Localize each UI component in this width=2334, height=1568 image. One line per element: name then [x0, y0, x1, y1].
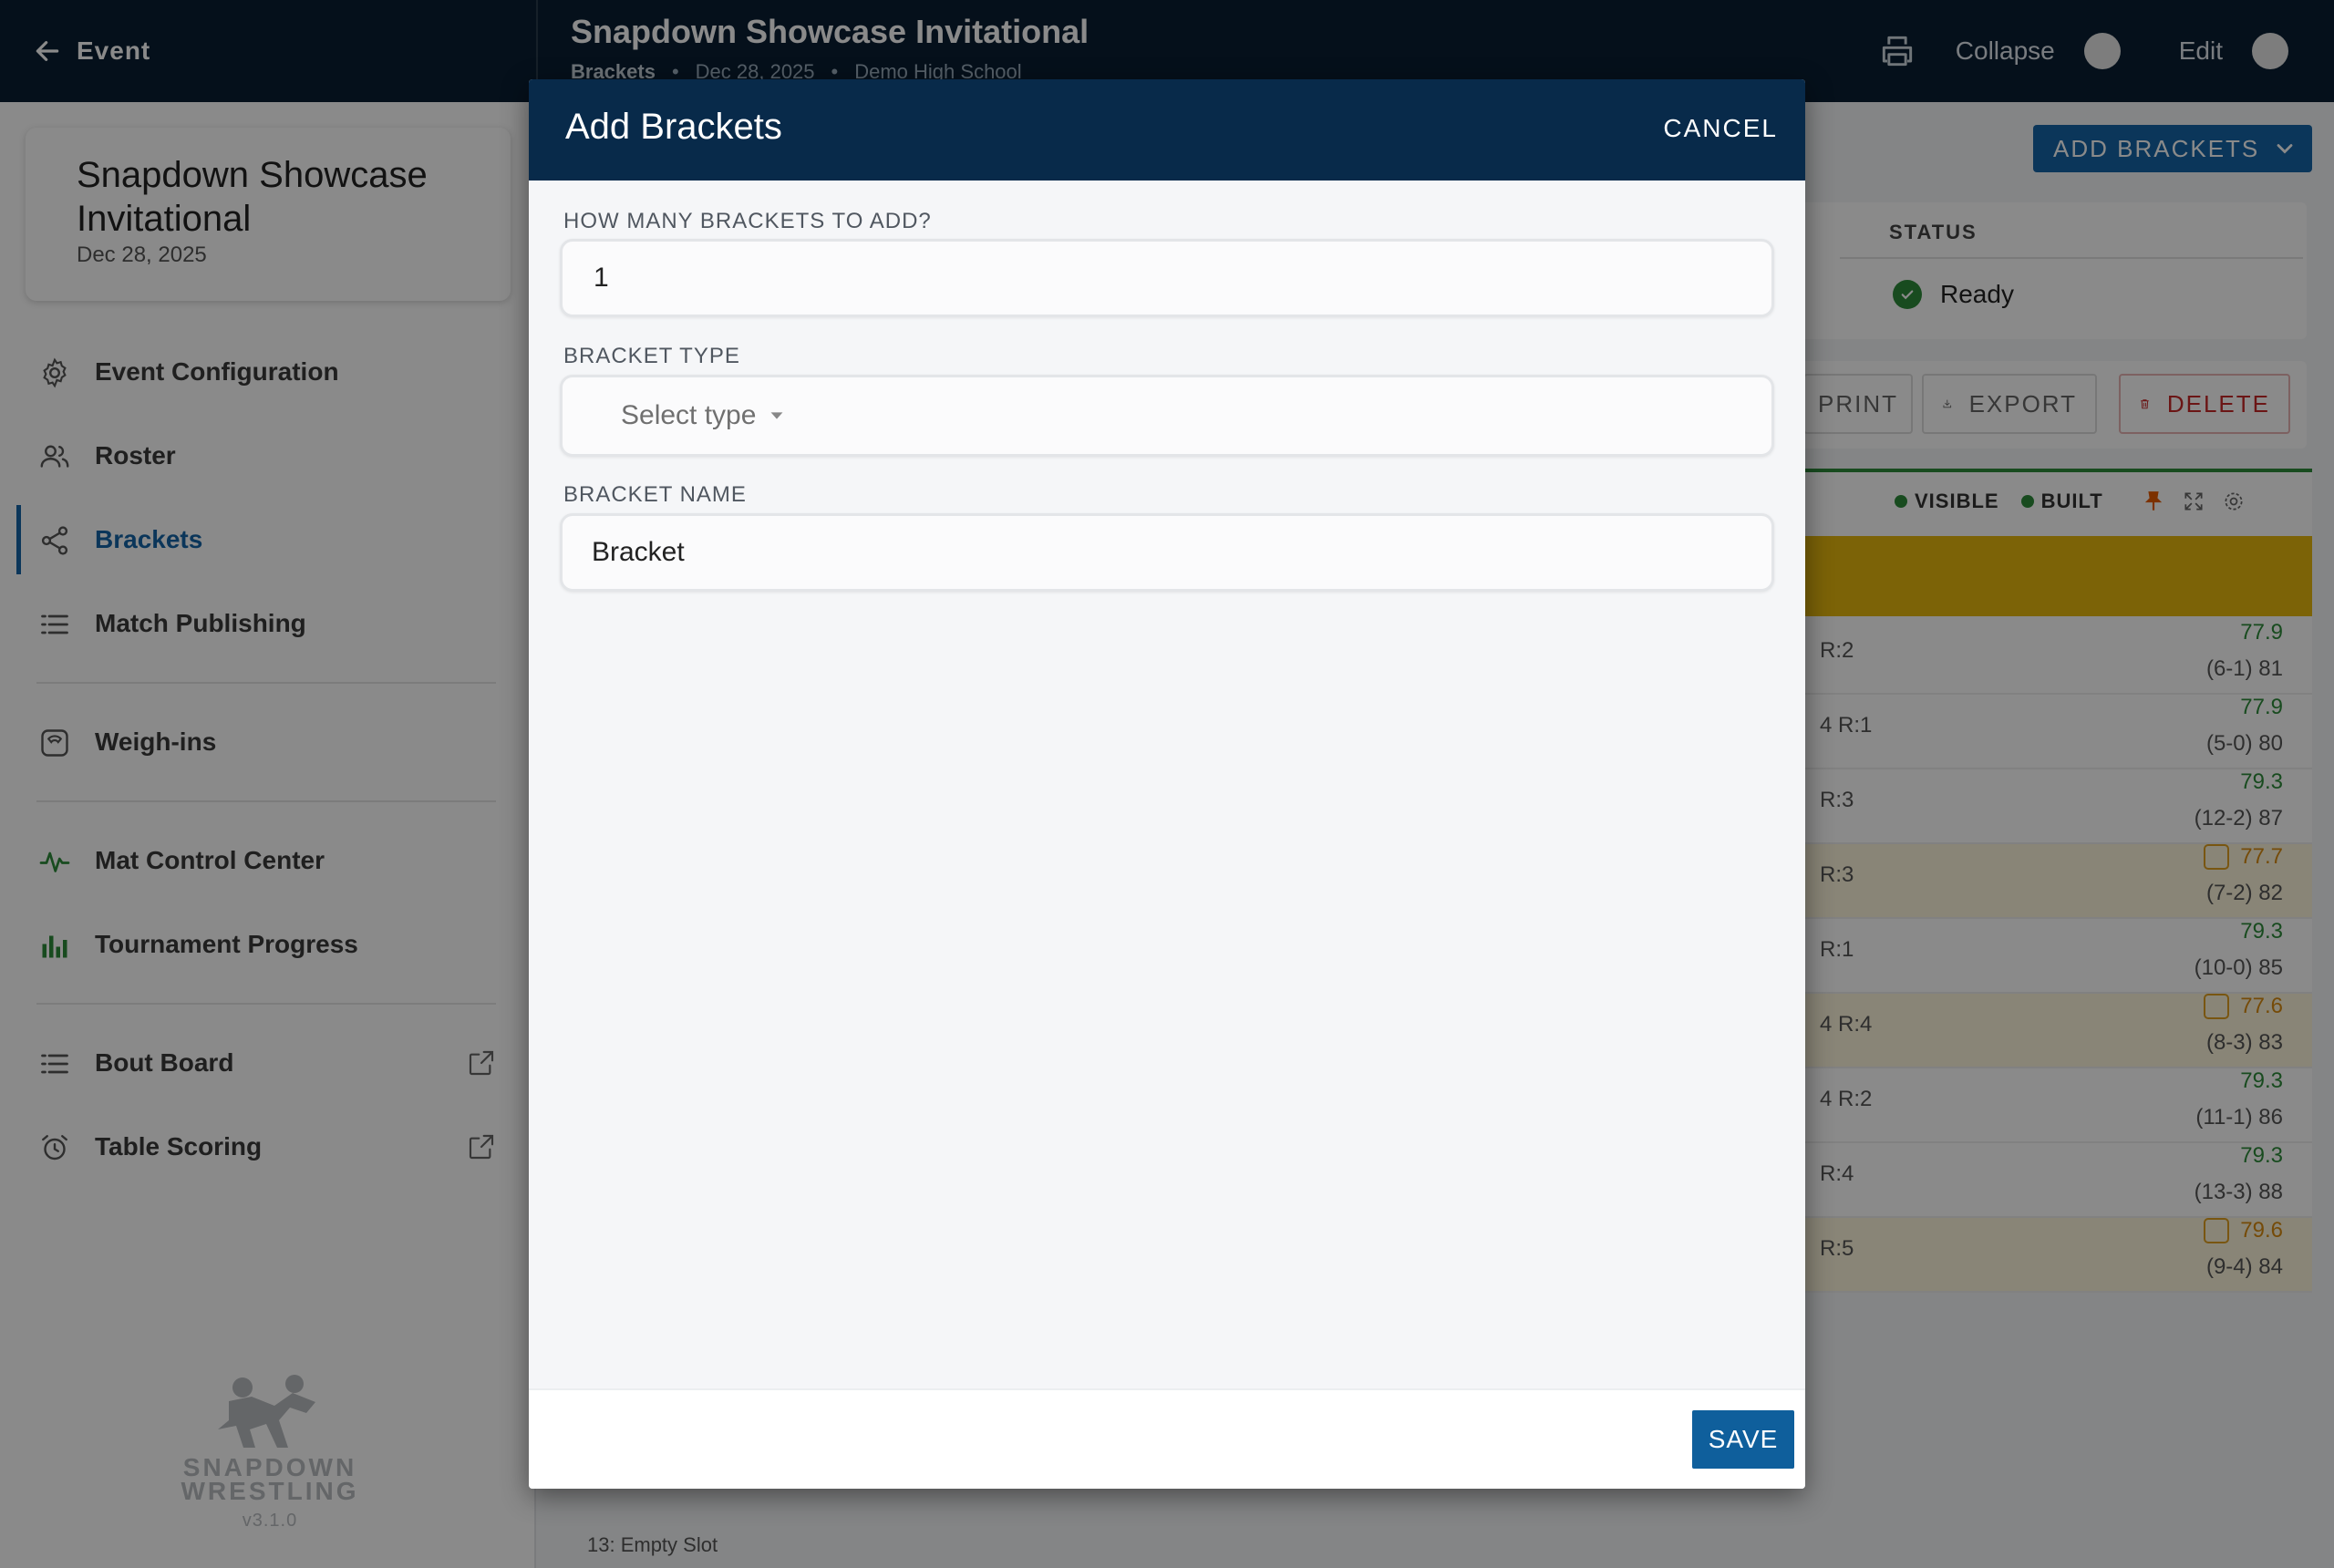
bracket-type-select[interactable]: Select type [560, 375, 1774, 457]
bracket-name-value: Bracket [592, 537, 685, 567]
add-brackets-dialog: Add Brackets CANCEL HOW MANY BRACKETS TO… [529, 79, 1805, 1489]
bracket-type-placeholder: Select type [621, 400, 757, 430]
cancel-button[interactable]: CANCEL [1663, 114, 1778, 143]
bracket-name-input[interactable]: Bracket [560, 513, 1774, 592]
bracket-count-label: HOW MANY BRACKETS TO ADD? [563, 209, 932, 233]
bracket-name-label: BRACKET NAME [563, 482, 747, 507]
caret-down-icon [771, 412, 783, 419]
dialog-title: Add Brackets [565, 107, 782, 147]
dialog-header: Add Brackets CANCEL [529, 79, 1805, 181]
dialog-footer: SAVE [529, 1388, 1805, 1489]
bracket-count-input[interactable]: 1 [560, 239, 1774, 317]
bracket-type-label: BRACKET TYPE [563, 344, 740, 368]
bracket-count-value: 1 [594, 263, 609, 293]
save-button[interactable]: SAVE [1692, 1410, 1794, 1469]
